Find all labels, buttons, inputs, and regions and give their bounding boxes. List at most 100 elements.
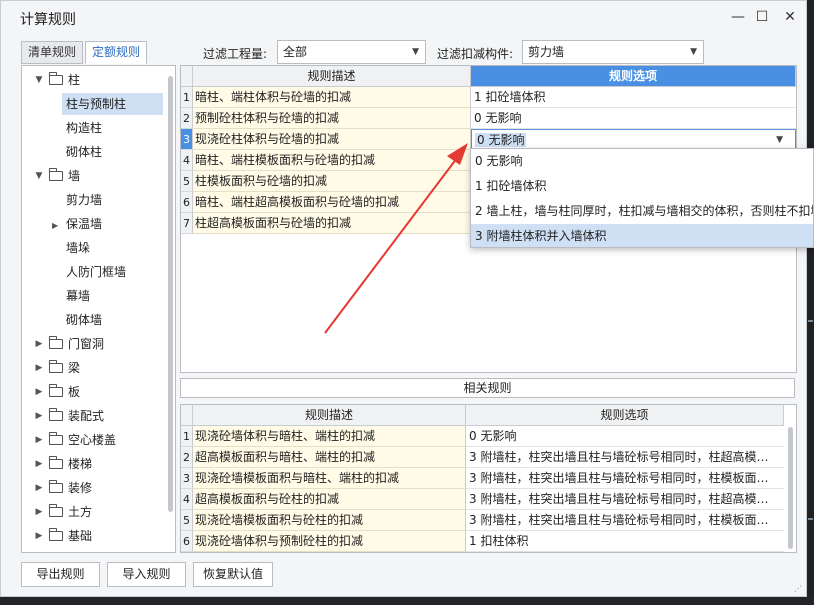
- rule-description[interactable]: 现浇砼墙模板面积与砼柱的扣减: [193, 510, 466, 531]
- dropdown-option-merge-into-wall[interactable]: 3 附墙柱体积并入墙体积: [471, 224, 813, 247]
- rule-option[interactable]: 3 附墙柱，柱突出墙且柱与墙砼标号相同时，柱超高模…: [466, 447, 784, 468]
- tree-node-label: 门窗洞: [68, 337, 105, 351]
- tree-node-beam[interactable]: ▶ 梁: [22, 357, 168, 379]
- tree-node-shear-wall[interactable]: 剪力墙: [66, 189, 102, 211]
- expand-toggle-icon[interactable]: ▶: [34, 525, 44, 547]
- row-number: 1: [181, 426, 193, 447]
- background-mark: [808, 518, 813, 520]
- tree-node-stairs[interactable]: ▶ 楼梯: [22, 453, 168, 475]
- tree-node-label: 板: [68, 385, 81, 399]
- expand-toggle-icon[interactable]: ▼: [34, 69, 44, 91]
- rule-description[interactable]: 柱模板面积与砼墙的扣减: [193, 171, 471, 192]
- chevron-down-icon: ▼: [690, 47, 697, 57]
- tree-node-earthwork[interactable]: ▶ 土方: [22, 501, 168, 523]
- rule-description[interactable]: 现浇砼墙模板面积与暗柱、端柱的扣减: [193, 468, 466, 489]
- rule-option[interactable]: 3 附墙柱，柱突出墙且柱与墙砼标号相同时，柱模板面…: [466, 468, 784, 489]
- dropdown-option-same-thickness[interactable]: 2 墙上柱，墙与柱同厚时，柱扣减与墙相交的体积，否则柱不扣墙: [471, 199, 813, 224]
- rule-description[interactable]: 现浇砼柱体积与砼墙的扣减: [193, 129, 471, 150]
- tab-bill-rules[interactable]: 清单规则: [21, 41, 84, 64]
- tree-node-hollow-floor[interactable]: ▶ 空心楼盖: [22, 429, 168, 451]
- rule-description[interactable]: 现浇砼墙体积与预制砼柱的扣减: [193, 531, 466, 552]
- tree-node-wall-pier[interactable]: 墙垛: [66, 237, 90, 259]
- tree-node-label: 柱: [68, 73, 81, 87]
- rule-option[interactable]: 1 扣砼墙体积: [471, 87, 796, 108]
- row-number: 4: [181, 150, 193, 171]
- filter-component-select[interactable]: 剪力墙 ▼: [522, 40, 704, 64]
- tree-node-column-precast[interactable]: 柱与预制柱: [62, 93, 163, 115]
- filter-component-label: 过滤扣减构件:: [437, 47, 514, 61]
- minimize-icon[interactable]: —: [727, 7, 749, 27]
- tree-scrollbar[interactable]: [168, 76, 173, 512]
- folder-icon: [49, 72, 63, 85]
- expand-toggle-icon[interactable]: ▶: [34, 429, 44, 451]
- rule-option[interactable]: 0 无影响: [466, 426, 784, 447]
- filter-quantity-value: 全部: [283, 45, 308, 59]
- rule-description[interactable]: 预制砼柱体积与砼墙的扣减: [193, 108, 471, 129]
- maximize-icon[interactable]: ☐: [751, 7, 773, 27]
- rule-description[interactable]: 超高模板面积与砼柱的扣减: [193, 489, 466, 510]
- dropdown-option-no-effect[interactable]: 0 无影响: [471, 149, 813, 174]
- rule-option[interactable]: 3 附墙柱，柱突出墙且柱与墙砼标号相同时，柱超高模…: [466, 489, 784, 510]
- rule-description[interactable]: 超高模板面积与暗柱、端柱的扣减: [193, 447, 466, 468]
- rule-option-combobox[interactable]: 0 无影响 ▼: [471, 129, 796, 150]
- expand-toggle-icon[interactable]: ▶: [34, 453, 44, 475]
- folder-icon: [49, 384, 63, 397]
- tree-node-label: 土方: [68, 505, 93, 519]
- expand-toggle-icon[interactable]: ▶: [34, 381, 44, 403]
- export-rules-button[interactable]: 导出规则: [21, 562, 100, 587]
- tree-node-prefab[interactable]: ▶ 装配式: [22, 405, 168, 427]
- tree-node-curtain-wall[interactable]: 幕墙: [66, 285, 90, 307]
- rule-description[interactable]: 现浇砼墙体积与暗柱、端柱的扣减: [193, 426, 466, 447]
- tree-node-civil-defense-door-wall[interactable]: 人防门框墙: [66, 261, 126, 283]
- import-rules-button[interactable]: 导入规则: [107, 562, 186, 587]
- tree-node-insulation-wall[interactable]: ▶ 保温墙: [52, 213, 102, 235]
- close-icon[interactable]: ✕: [779, 7, 801, 27]
- folder-icon: [49, 336, 63, 349]
- tree-node-masonry-column[interactable]: 砌体柱: [66, 141, 102, 163]
- tree-node-label: 墙: [68, 169, 81, 183]
- tree-node-masonry-wall[interactable]: 砌体墙: [66, 309, 102, 331]
- expand-toggle-icon[interactable]: ▶: [34, 405, 44, 427]
- row-number: 7: [181, 213, 193, 234]
- rule-description[interactable]: 柱超高模板面积与砼墙的扣减: [193, 213, 471, 234]
- filter-quantity-label: 过滤工程量:: [203, 47, 268, 61]
- rule-option[interactable]: 0 无影响: [471, 108, 796, 129]
- tree-node-foundation[interactable]: ▶ 基础: [22, 525, 168, 547]
- expand-toggle-icon[interactable]: ▶: [34, 501, 44, 523]
- component-tree: ▼ 柱 柱与预制柱 构造柱 砌体柱 ▼ 墙 剪力墙 ▶ 保温墙 墙垛 人防门框墙…: [21, 65, 176, 553]
- filter-quantity-select[interactable]: 全部 ▼: [277, 40, 426, 64]
- tree-node-slab[interactable]: ▶ 板: [22, 381, 168, 403]
- tree-node-label: 装配式: [68, 409, 105, 423]
- row-number-current: 3: [181, 129, 193, 150]
- dropdown-option-deduct-wall[interactable]: 1 扣砼墙体积: [471, 174, 813, 199]
- background-mark: [808, 320, 813, 322]
- restore-defaults-button[interactable]: 恢复默认值: [193, 562, 273, 587]
- chevron-down-icon[interactable]: ▼: [776, 130, 783, 149]
- expand-toggle-icon[interactable]: ▶: [34, 477, 44, 499]
- rule-option[interactable]: 1 扣柱体积: [466, 531, 784, 552]
- rule-description[interactable]: 暗柱、端柱超高模板面积与砼墙的扣减: [193, 192, 471, 213]
- expand-toggle-icon[interactable]: ▶: [52, 221, 58, 230]
- rule-option[interactable]: 3 附墙柱，柱突出墙且柱与墙砼标号相同时，柱模板面…: [466, 510, 784, 531]
- folder-icon: [49, 504, 63, 517]
- tree-node-constructional-column[interactable]: 构造柱: [66, 117, 102, 139]
- rule-description[interactable]: 暗柱、端柱模板面积与砼墙的扣减: [193, 150, 471, 171]
- folder-icon: [49, 456, 63, 469]
- tree-node-label: 楼梯: [68, 457, 93, 471]
- rule-option-selected: 0 无影响: [475, 133, 527, 147]
- resize-grip-icon[interactable]: ⋰: [794, 585, 802, 593]
- expand-toggle-icon[interactable]: ▼: [34, 165, 44, 187]
- row-number: 1: [181, 87, 193, 108]
- tree-node-column[interactable]: ▼ 柱: [22, 69, 168, 91]
- tree-node-wall[interactable]: ▼ 墙: [22, 165, 168, 187]
- related-rules-grid: 规则描述 规则选项 1 现浇砼墙体积与暗柱、端柱的扣减 0 无影响 2 超高模板…: [180, 404, 797, 553]
- grid-scrollbar[interactable]: [788, 427, 793, 549]
- row-number: 6: [181, 192, 193, 213]
- tree-node-door-window[interactable]: ▶ 门窗洞: [22, 333, 168, 355]
- row-number: 5: [181, 171, 193, 192]
- expand-toggle-icon[interactable]: ▶: [34, 357, 44, 379]
- tree-node-decoration[interactable]: ▶ 装修: [22, 477, 168, 499]
- rule-description[interactable]: 暗柱、端柱体积与砼墙的扣减: [193, 87, 471, 108]
- tab-quota-rules[interactable]: 定额规则: [85, 41, 148, 64]
- expand-toggle-icon[interactable]: ▶: [34, 333, 44, 355]
